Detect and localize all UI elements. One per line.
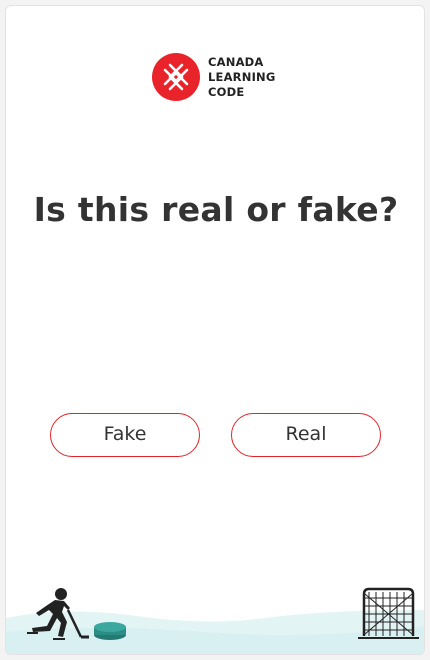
- fake-button[interactable]: Fake: [50, 413, 200, 457]
- brand-name-line-2: LEARNING: [208, 69, 276, 84]
- quiz-card: CANADA LEARNING CODE Is this real or fak…: [5, 5, 425, 655]
- canada-learning-code-logo: CANADA LEARNING CODE: [152, 53, 276, 101]
- real-button[interactable]: Real: [231, 413, 381, 457]
- canada-learning-code-mark-icon: [152, 53, 200, 101]
- puck-icon: [94, 622, 126, 640]
- brand-name: CANADA LEARNING CODE: [208, 55, 276, 100]
- brand-name-line-1: CANADA: [208, 54, 264, 69]
- brand-name-line-3: CODE: [208, 84, 245, 99]
- quiz-question: Is this real or fake?: [33, 190, 399, 229]
- hockey-rink-footer: [6, 587, 424, 654]
